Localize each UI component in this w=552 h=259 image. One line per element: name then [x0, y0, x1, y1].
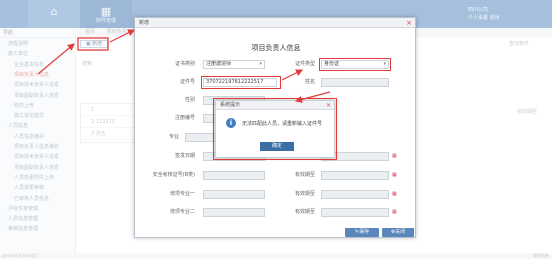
valid-label-3: 有效期至: [294, 191, 315, 197]
calendar-icon[interactable]: ▦: [392, 191, 397, 197]
valid-date-input-2[interactable]: [321, 171, 389, 180]
cert-type-highlight: [319, 58, 391, 71]
project-major2-label: 增项专业二: [169, 209, 195, 215]
name-input[interactable]: [321, 78, 389, 87]
project-major1-label: 增项专业一: [169, 191, 195, 197]
safety-cert-label: 安全考核证号(B类): [152, 172, 195, 178]
dialog-titlebar: 新增 ×: [135, 18, 415, 28]
dialog-window-title: 新增: [139, 20, 150, 26]
id-no-highlight: [201, 76, 281, 89]
close-icon[interactable]: ×: [406, 18, 412, 28]
save-label: 保存: [359, 229, 370, 235]
close-label: 关闭: [395, 229, 406, 235]
id-no-label: 证件号: [179, 79, 195, 85]
reg-no-label: 注册编号: [174, 115, 195, 121]
id-type-label: 证书类别: [174, 61, 195, 67]
dialog-heading: 项目负责人信息: [251, 44, 301, 52]
cert-type-label: 证件类型: [294, 61, 315, 67]
valid-date-input-3[interactable]: [321, 190, 389, 199]
alert-highlight: [213, 98, 337, 160]
calendar-icon[interactable]: ▦: [392, 153, 397, 159]
valid-label-4: 有效期至: [294, 209, 315, 215]
major-label: 专业: [168, 134, 179, 140]
valid-label-2: 有效期至: [294, 172, 315, 178]
valid-date-input-4[interactable]: [321, 208, 389, 217]
save-button[interactable]: ✎保存: [345, 228, 379, 237]
close-button[interactable]: ⊗关闭: [382, 228, 414, 237]
gender-label: 性别: [184, 97, 195, 103]
issue-date-label: 签发日期: [174, 153, 195, 159]
calendar-icon[interactable]: ▦: [392, 209, 397, 215]
calendar-icon[interactable]: ▦: [392, 172, 397, 178]
